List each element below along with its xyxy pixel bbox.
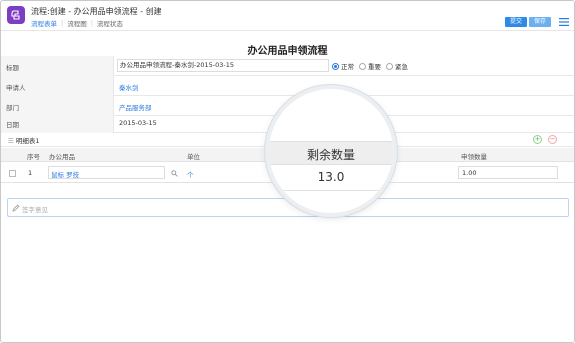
- save-button[interactable]: 保存: [529, 17, 552, 27]
- department-value[interactable]: 产品服务部: [119, 102, 152, 112]
- row-unit: 个: [187, 171, 194, 179]
- applicant-row: 申请人 秦水剑: [1, 76, 574, 96]
- priority-radio-group: 正常 重要 紧急: [332, 61, 413, 71]
- magnified-row-divider: [269, 190, 393, 191]
- row-item[interactable]: 鼠标 罗技: [51, 169, 79, 179]
- table-icon: ☰: [8, 137, 14, 145]
- tab-bar: 流程表单 | 流程图 | 流程状态: [31, 18, 123, 28]
- priority-radio-important[interactable]: [359, 62, 366, 70]
- signature-input[interactable]: 签字意见: [7, 198, 569, 217]
- app-logo-icon: [7, 6, 25, 24]
- priority-radio-urgent[interactable]: [386, 62, 393, 70]
- signature-placeholder: 签字意见: [22, 206, 48, 214]
- row-checkbox[interactable]: [9, 170, 16, 177]
- form-title: 办公用品申领流程: [247, 46, 328, 57]
- col-seq-header: 序号: [27, 153, 40, 161]
- date-value: 2015-03-15: [119, 119, 157, 127]
- add-row-button[interactable]: +: [533, 135, 542, 144]
- app-window: 流程:创建 - 办公用品申领流程 - 创建 流程表单 | 流程图 | 流程状态 …: [0, 0, 575, 343]
- row-requested: 1.00: [462, 169, 477, 177]
- tab-status[interactable]: 流程状态: [97, 18, 123, 28]
- priority-label-normal: 正常: [341, 63, 354, 71]
- delete-row-button[interactable]: −: [548, 135, 557, 144]
- tab-divider: |: [90, 19, 93, 27]
- col-item-header: 办公用品: [49, 153, 75, 161]
- detail-table-title: ☰ 明细表1: [8, 135, 40, 145]
- priority-label-important: 重要: [368, 63, 381, 71]
- col-unit-header: 单位: [187, 153, 200, 161]
- col-remaining-header: 剩余数量: [306, 148, 355, 162]
- row-remaining: 13.0: [317, 170, 345, 184]
- title-row: 标题 办公用品申领流程-秦水剑-2015-03-15 正常 重要 紧急: [1, 56, 574, 76]
- tab-divider: |: [61, 19, 64, 27]
- tab-flowchart[interactable]: 流程图: [67, 18, 87, 28]
- col-requested-header: 申领数量: [461, 153, 487, 161]
- menu-icon[interactable]: [559, 17, 569, 27]
- tab-form[interactable]: 流程表单: [31, 18, 57, 28]
- pencil-icon: [12, 204, 20, 212]
- row-seq: 1: [28, 169, 33, 177]
- page-title: 流程:创建 - 办公用品申领流程 - 创建: [31, 7, 162, 16]
- header-bar: 流程:创建 - 办公用品申领流程 - 创建 流程表单 | 流程图 | 流程状态 …: [1, 1, 574, 31]
- title-input[interactable]: 办公用品申领流程-秦水剑-2015-03-15: [117, 59, 329, 72]
- applicant-value[interactable]: 秦水剑: [119, 82, 139, 92]
- search-icon[interactable]: [171, 170, 178, 177]
- priority-radio-normal[interactable]: [332, 62, 339, 70]
- submit-button[interactable]: 提交: [505, 17, 528, 27]
- magnifier-callout: 剩余数量 13.0: [269, 89, 393, 213]
- priority-label-urgent: 紧急: [395, 63, 408, 71]
- detail-table-title-text: 明细表1: [15, 137, 40, 145]
